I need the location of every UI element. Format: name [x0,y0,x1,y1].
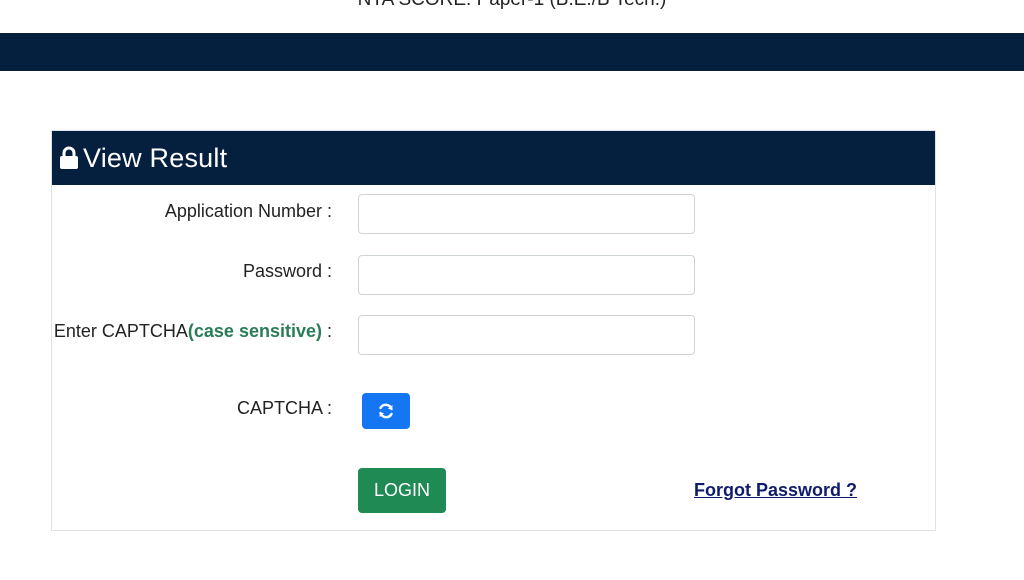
captcha-entry-label: Enter CAPTCHA(case sensitive) : [52,317,332,346]
refresh-captcha-button[interactable] [362,393,410,429]
panel-title: View Result [83,142,228,173]
forgot-password-link[interactable]: Forgot Password ? [694,480,857,501]
lock-icon [59,146,79,170]
captcha-case-hint: (case sensitive) [187,321,322,341]
password-label: Password : [242,261,332,281]
page-top-title: NTA SCORE: Paper-1 (B.E./B Tech.) [0,0,1024,10]
captcha-label-prefix: Enter CAPTCHA [53,321,188,341]
captcha-label-suffix: : [321,321,332,341]
password-input[interactable] [358,255,695,295]
captcha-input[interactable] [358,315,695,355]
login-button[interactable]: LOGIN [358,468,446,513]
top-navbar [0,33,1024,71]
application-number-label: Application Number : [164,201,332,221]
view-result-panel: View Result Application Number : Passwor… [51,130,936,531]
panel-header: View Result [52,131,935,185]
refresh-icon [377,402,395,420]
application-number-input[interactable] [358,194,695,234]
captcha-image-label: CAPTCHA : [236,398,332,418]
